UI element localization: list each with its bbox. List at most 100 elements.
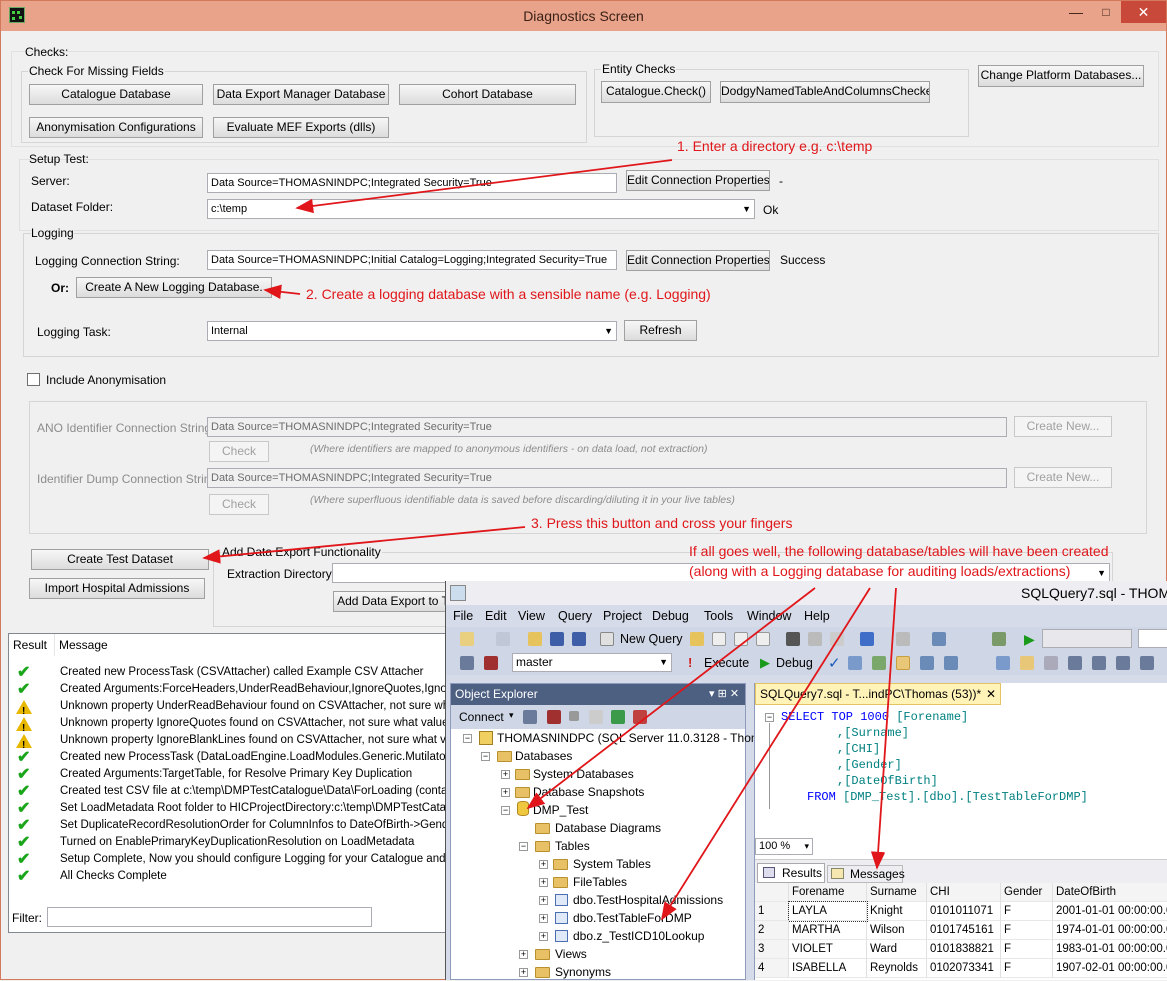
result-row[interactable]: ✔ Created new ProcessTask (DataLoadEngine…	[9, 749, 449, 766]
ano-create-new-button[interactable]: Create New...	[1014, 416, 1112, 437]
solution-config-combo[interactable]	[1042, 629, 1132, 648]
collapse-icon[interactable]: −	[463, 734, 472, 743]
refresh-button[interactable]: Refresh	[624, 320, 697, 341]
chevron-down-icon[interactable]: ▼	[742, 200, 751, 218]
save-icon[interactable]	[550, 632, 564, 646]
undo-icon[interactable]	[860, 632, 874, 646]
menu-window[interactable]: Window	[747, 609, 791, 623]
collapse-icon[interactable]: −	[765, 713, 774, 722]
tree-views[interactable]: Views	[555, 945, 587, 963]
activity-icon[interactable]	[633, 710, 647, 724]
query-editor[interactable]: − SELECT TOP 1000 [Forename] ,[Surname] …	[755, 705, 1167, 829]
grid-cell[interactable]: F	[1001, 902, 1053, 921]
cohort-database-button[interactable]: Cohort Database	[399, 84, 576, 105]
catalogue-check-button[interactable]: Catalogue.Check()	[601, 81, 711, 103]
collapse-icon[interactable]: −	[501, 806, 510, 815]
results-text-icon[interactable]	[996, 656, 1010, 670]
tree-dmp-test[interactable]: DMP_Test	[533, 801, 588, 819]
redo-icon[interactable]	[896, 632, 910, 646]
grid-row-number[interactable]: 4	[755, 959, 789, 978]
open-file-icon[interactable]	[528, 632, 542, 646]
start-icon[interactable]: ▶	[1024, 631, 1035, 648]
save-all-icon[interactable]	[572, 632, 586, 646]
expand-icon[interactable]: +	[539, 932, 548, 941]
dodgy-named-checker-button[interactable]: DodgyNamedTableAndColumnsChecker	[720, 81, 930, 103]
tree-server[interactable]: THOMASNINDPC (SQL Server 11.0.3128 - Tho…	[497, 729, 761, 747]
dump-check-button[interactable]: Check	[209, 494, 269, 515]
dump-create-new-button[interactable]: Create New...	[1014, 467, 1112, 488]
query-tab[interactable]: SQLQuery7.sql - T...indPC\Thomas (53))* ✕	[755, 683, 1001, 705]
database-select[interactable]: master ▼	[512, 653, 672, 672]
debug-button[interactable]: Debug	[776, 656, 813, 670]
logging-connection-input[interactable]: Data Source=THOMASNINDPC;Initial Catalog…	[207, 250, 617, 270]
add-data-export-button[interactable]: Add Data Export to T	[333, 591, 453, 612]
ano-identifier-input[interactable]: Data Source=THOMASNINDPC;Integrated Secu…	[207, 417, 1007, 437]
connect-icon[interactable]	[460, 656, 474, 670]
refresh-icon[interactable]	[611, 710, 625, 724]
results-list[interactable]: Result Message ✔ Created new ProcessTask …	[8, 633, 449, 933]
connect-object-icon[interactable]	[523, 710, 537, 724]
grid-cell[interactable]: Knight	[867, 902, 927, 921]
results-to-grid-icon[interactable]	[896, 656, 910, 670]
tree-system-tables[interactable]: System Tables	[573, 855, 651, 873]
maximize-button[interactable]: □	[1091, 1, 1121, 23]
result-row[interactable]: ✔ Setup Complete, Now you should configur…	[9, 851, 449, 868]
expand-icon[interactable]: +	[539, 878, 548, 887]
tree-table-icd10-lookup[interactable]: dbo.z_TestICD10Lookup	[573, 927, 704, 945]
tree-table-hospital-admissions[interactable]: dbo.TestHospitalAdmissions	[573, 891, 723, 909]
chevron-down-icon[interactable]: ▼	[1097, 564, 1106, 582]
cut-icon[interactable]	[786, 632, 800, 646]
menu-help[interactable]: Help	[804, 609, 830, 623]
result-row[interactable]: ✔ Set LoadMetadata Root folder to HICProj…	[9, 800, 449, 817]
grid-cell[interactable]: Wilson	[867, 921, 927, 940]
new-query-icon[interactable]	[600, 632, 614, 646]
tree-filetables[interactable]: FileTables	[573, 873, 627, 891]
grid-cell[interactable]: LAYLA	[788, 901, 868, 922]
mdx-icon[interactable]	[712, 632, 726, 646]
grid-cell[interactable]: 0101011071	[927, 902, 1001, 921]
new-project-icon[interactable]	[460, 632, 474, 646]
tree-databases[interactable]: Databases	[515, 747, 572, 765]
expand-icon[interactable]: +	[501, 788, 510, 797]
parse-check-icon[interactable]: ✓	[828, 654, 841, 672]
expand-icon[interactable]: +	[539, 860, 548, 869]
zoom-combo[interactable]: 100 % ▾	[755, 838, 813, 855]
chevron-down-icon[interactable]: ▾	[509, 710, 514, 721]
add-item-icon[interactable]	[496, 632, 510, 646]
pin-icon[interactable]: ▾ ⊞ ✕	[709, 684, 739, 705]
result-row[interactable]: ✔ Created new ProcessTask (CSVAttacher) c…	[9, 664, 449, 681]
grid-column-header[interactable]: DateOfBirth	[1053, 883, 1167, 902]
minimize-button[interactable]: —	[1061, 1, 1091, 23]
grid-column-header[interactable]	[755, 883, 789, 902]
grid-cell[interactable]: F	[1001, 921, 1053, 940]
tree-database-diagrams[interactable]: Database Diagrams	[555, 819, 661, 837]
grid-cell[interactable]: VIOLET	[789, 940, 867, 959]
disconnect-icon[interactable]	[484, 656, 498, 670]
expand-icon[interactable]: +	[519, 950, 528, 959]
chevron-down-icon[interactable]: ▼	[604, 322, 613, 340]
disconnect-object-icon[interactable]	[547, 710, 561, 724]
stop-icon[interactable]	[569, 711, 579, 721]
expand-icon[interactable]: +	[501, 770, 510, 779]
grid-cell[interactable]: MARTHA	[789, 921, 867, 940]
result-row[interactable]: ✔ Set DuplicateRecordResolutionOrder for …	[9, 817, 449, 834]
xmla-icon[interactable]	[756, 632, 770, 646]
collapse-icon[interactable]: −	[481, 752, 490, 761]
tree-tables[interactable]: Tables	[555, 837, 590, 855]
activity-monitor-icon[interactable]	[992, 632, 1006, 646]
change-platform-databases-button[interactable]: Change Platform Databases...	[978, 65, 1144, 87]
result-row[interactable]: ✔ Created Arguments:ForceHeaders,UnderRea…	[9, 681, 449, 698]
grid-column-header[interactable]: CHI	[927, 883, 1001, 902]
message-column-header[interactable]: Message	[55, 634, 449, 656]
grid-cell[interactable]: 2001-01-01 00:00:00.0	[1053, 902, 1167, 921]
result-column-header[interactable]: Result	[9, 634, 55, 656]
grid-cell[interactable]: 1983-01-01 00:00:00.0	[1053, 940, 1167, 959]
connect-button[interactable]: Connect	[459, 710, 504, 724]
query-options-icon[interactable]	[872, 656, 886, 670]
anonymisation-configurations-button[interactable]: Anonymisation Configurations	[29, 117, 203, 138]
platform-combo[interactable]	[1138, 629, 1167, 648]
new-query-button[interactable]: New Query	[620, 632, 683, 646]
execute-button[interactable]: Execute	[704, 656, 749, 670]
expand-icon[interactable]: +	[519, 968, 528, 977]
results-file-icon[interactable]	[1044, 656, 1058, 670]
